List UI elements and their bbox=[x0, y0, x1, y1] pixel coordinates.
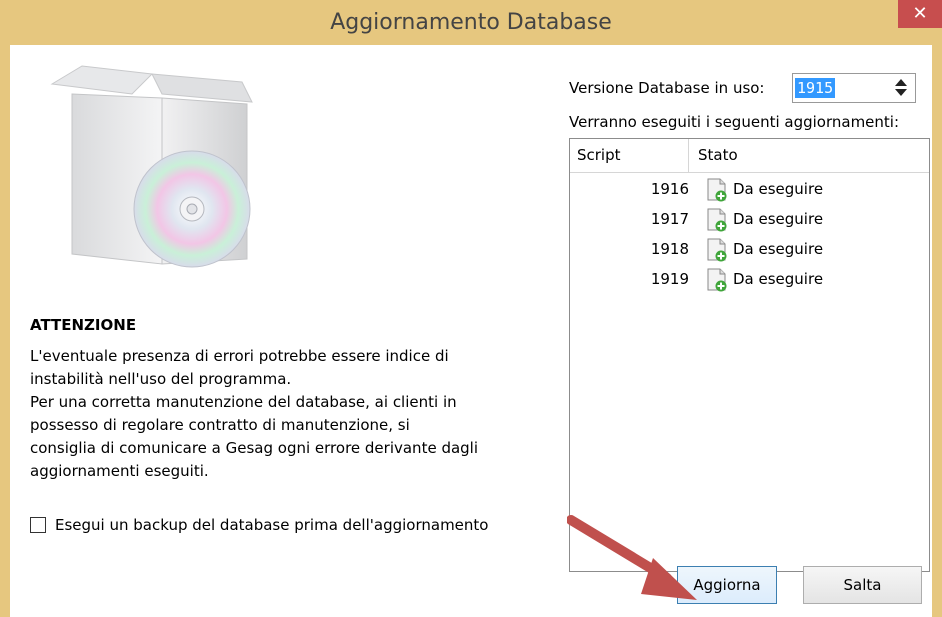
version-stepper[interactable]: 1915 bbox=[792, 73, 916, 103]
list-item[interactable]: 1917 Da eseguire bbox=[570, 205, 929, 235]
software-box-icon bbox=[50, 65, 253, 268]
column-header-status[interactable]: Stato bbox=[698, 146, 738, 164]
document-add-icon bbox=[707, 178, 727, 202]
status-text: Da eseguire bbox=[733, 210, 824, 228]
spin-down-icon[interactable] bbox=[895, 89, 907, 96]
list-item[interactable]: 1916 Da eseguire bbox=[570, 175, 929, 205]
window-title: Aggiornamento Database bbox=[330, 10, 612, 35]
warning-line: Per una corretta manutenzione del databa… bbox=[30, 393, 457, 411]
document-add-icon bbox=[707, 208, 727, 232]
status-text: Da eseguire bbox=[733, 180, 824, 198]
window-frame-left bbox=[0, 45, 10, 617]
script-number: 1918 bbox=[650, 240, 689, 258]
red-pointer-arrow bbox=[567, 515, 697, 600]
warning-line: possesso di regolare contratto di manute… bbox=[30, 416, 410, 434]
script-number: 1917 bbox=[650, 210, 689, 228]
status-text: Da eseguire bbox=[733, 270, 824, 288]
version-value[interactable]: 1915 bbox=[795, 78, 836, 98]
backup-option[interactable]: Esegui un backup del database prima dell… bbox=[30, 514, 488, 536]
list-item[interactable]: 1918 Da eseguire bbox=[570, 235, 929, 265]
list-item[interactable]: 1919 Da eseguire bbox=[570, 265, 929, 295]
script-number: 1916 bbox=[650, 180, 689, 198]
updates-list[interactable]: Script Stato 1916 Da eseguire 1917 Da es… bbox=[569, 138, 930, 572]
window-frame-right bbox=[932, 45, 942, 617]
close-button[interactable]: ✕ bbox=[898, 0, 942, 28]
column-divider[interactable] bbox=[688, 139, 689, 172]
warning-line: instabilità nell'uso del programma. bbox=[30, 370, 292, 388]
list-header: Script Stato bbox=[570, 139, 929, 173]
script-number: 1919 bbox=[650, 270, 689, 288]
backup-label[interactable]: Esegui un backup del database prima dell… bbox=[55, 516, 488, 534]
warning-line: aggiornamenti eseguiti. bbox=[30, 462, 209, 480]
warning-title: ATTENZIONE bbox=[30, 316, 137, 334]
column-header-script[interactable]: Script bbox=[577, 146, 621, 164]
warning-line: L'eventuale presenza di errori potrebbe … bbox=[30, 347, 449, 365]
skip-button[interactable]: Salta bbox=[803, 566, 922, 604]
version-label: Versione Database in uso: bbox=[569, 79, 765, 97]
warning-line: consiglia di comunicare a Gesag ogni err… bbox=[30, 439, 479, 457]
document-add-icon bbox=[707, 268, 727, 292]
status-text: Da eseguire bbox=[733, 240, 824, 258]
backup-checkbox[interactable] bbox=[30, 517, 46, 533]
warning-text: L'eventuale presenza di errori potrebbe … bbox=[30, 345, 540, 483]
spin-buttons[interactable] bbox=[893, 77, 909, 99]
updates-label: Verranno eseguiti i seguenti aggiornamen… bbox=[569, 113, 900, 131]
spin-up-icon[interactable] bbox=[895, 79, 907, 86]
document-add-icon bbox=[707, 238, 727, 262]
